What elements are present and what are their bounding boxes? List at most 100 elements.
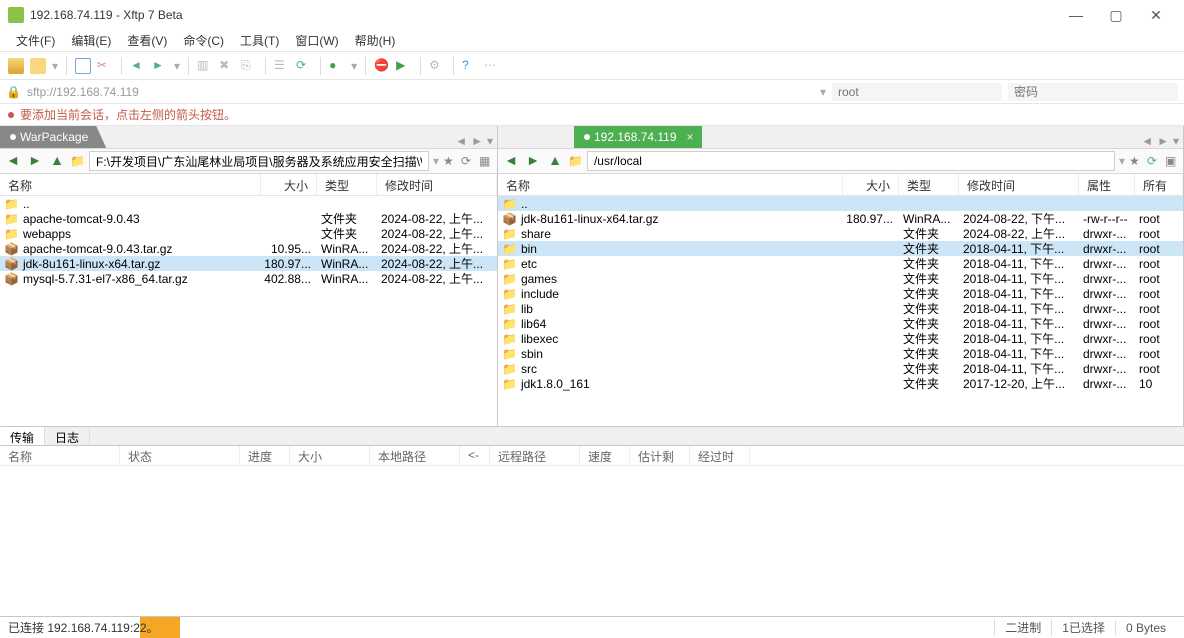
forward-icon[interactable]: ►	[26, 152, 44, 170]
tab-next-icon[interactable]: ►	[1157, 134, 1169, 148]
explorer-icon[interactable]: ▦	[479, 154, 493, 168]
col-size[interactable]: 大小	[843, 174, 899, 195]
tab-prev-icon[interactable]: ◄	[455, 134, 467, 148]
file-row[interactable]: 📁webapps文件夹2024-08-22, 上午...	[0, 226, 497, 241]
file-row[interactable]: 📁lib文件夹2018-04-11, 下午...drwxr-...root	[498, 301, 1183, 316]
file-row[interactable]: 📁apache-tomcat-9.0.43文件夹2024-08-22, 上午..…	[0, 211, 497, 226]
maximize-button[interactable]: ▢	[1096, 1, 1136, 29]
close-button[interactable]: ✕	[1136, 1, 1176, 29]
back-icon[interactable]: ◄	[4, 152, 22, 170]
col-type[interactable]: 类型	[317, 174, 377, 195]
password-input[interactable]	[1008, 83, 1178, 101]
reconnect-icon[interactable]	[75, 58, 91, 74]
settings-icon[interactable]: ⚙	[429, 58, 445, 74]
col-name[interactable]: 名称	[498, 174, 843, 195]
menu-tool[interactable]: 工具(T)	[232, 30, 287, 51]
file-row[interactable]: 📁sbin文件夹2018-04-11, 下午...drwxr-...root	[498, 346, 1183, 361]
refresh-icon[interactable]: ⟳	[296, 58, 312, 74]
file-row[interactable]: 📦jdk-8u161-linux-x64.tar.gz180.97...WinR…	[498, 211, 1183, 226]
refresh-icon[interactable]: ⟳	[1147, 154, 1161, 168]
terminal-icon[interactable]: ▣	[1165, 154, 1179, 168]
xfer-remotepath[interactable]: 远程路径	[490, 446, 580, 465]
path-dropdown-icon[interactable]: ▾	[1119, 154, 1125, 168]
col-name[interactable]: 名称	[0, 174, 261, 195]
xfer-progress[interactable]: 进度	[240, 446, 290, 465]
file-row[interactable]: 📁libexec文件夹2018-04-11, 下午...drwxr-...roo…	[498, 331, 1183, 346]
forward-icon[interactable]: ►	[524, 152, 542, 170]
file-row[interactable]: 📁lib64文件夹2018-04-11, 下午...drwxr-...root	[498, 316, 1183, 331]
tab-next-icon[interactable]: ►	[471, 134, 483, 148]
xfer-eta[interactable]: 估计剩余...	[630, 446, 690, 465]
up-icon[interactable]: ▲	[48, 152, 66, 170]
tab-menu-icon[interactable]: ▾	[1173, 134, 1179, 148]
local-path-input[interactable]	[89, 151, 429, 171]
col-perm[interactable]: 属性	[1079, 174, 1135, 195]
xfer-size[interactable]: 大小	[290, 446, 370, 465]
stop-icon[interactable]: ⛔	[374, 58, 390, 74]
remote-path-input[interactable]	[587, 151, 1115, 171]
transfer-left-icon[interactable]: ◄	[130, 58, 146, 74]
menu-view[interactable]: 查看(V)	[119, 30, 175, 51]
file-row[interactable]: 📁bin文件夹2018-04-11, 下午...drwxr-...root	[498, 241, 1183, 256]
file-row[interactable]: 📁etc文件夹2018-04-11, 下午...drwxr-...root	[498, 256, 1183, 271]
new-session-icon[interactable]	[8, 58, 24, 74]
view-icon[interactable]: ☰	[274, 58, 290, 74]
username-input[interactable]	[832, 83, 1002, 101]
col-date[interactable]: 修改时间	[959, 174, 1079, 195]
minimize-button[interactable]: —	[1056, 1, 1096, 29]
history-icon[interactable]: ⟳	[461, 154, 475, 168]
local-tab[interactable]: WarPackage	[0, 126, 106, 148]
xfer-localpath[interactable]: 本地路径	[370, 446, 460, 465]
open-icon[interactable]	[30, 58, 46, 74]
file-row[interactable]: 📁jdk1.8.0_161文件夹2017-12-20, 上午...drwxr-.…	[498, 376, 1183, 391]
help-icon[interactable]: ?	[462, 58, 478, 74]
col-size[interactable]: 大小	[261, 174, 317, 195]
file-row[interactable]: 📁games文件夹2018-04-11, 下午...drwxr-...root	[498, 271, 1183, 286]
file-row[interactable]: 📁..	[498, 196, 1183, 211]
file-row[interactable]: 📦jdk-8u161-linux-x64.tar.gz180.97...WinR…	[0, 256, 497, 271]
up-icon[interactable]: ▲	[546, 152, 564, 170]
bookmark-icon[interactable]: ★	[443, 154, 457, 168]
col-type[interactable]: 类型	[899, 174, 959, 195]
copy-icon[interactable]: ⎘	[241, 58, 257, 74]
menu-window[interactable]: 窗口(W)	[287, 30, 346, 51]
file-row[interactable]: 📁src文件夹2018-04-11, 下午...drwxr-...root	[498, 361, 1183, 376]
dropdown-icon[interactable]: ▾	[820, 85, 826, 99]
col-date[interactable]: 修改时间	[377, 174, 497, 195]
more-icon[interactable]: ⋯	[484, 58, 500, 74]
path-dropdown-icon[interactable]: ▾	[433, 154, 439, 168]
dropdown-icon[interactable]: ▾	[351, 59, 357, 73]
menu-help[interactable]: 帮助(H)	[347, 30, 404, 51]
file-row[interactable]: 📦apache-tomcat-9.0.43.tar.gz10.95...WinR…	[0, 241, 497, 256]
menu-edit[interactable]: 编辑(E)	[63, 30, 119, 51]
menu-file[interactable]: 文件(F)	[8, 30, 63, 51]
play-icon[interactable]: ▶	[396, 58, 412, 74]
xfer-status[interactable]: 状态	[120, 446, 240, 465]
disconnect-icon[interactable]: ✂	[97, 58, 113, 74]
xfer-speed[interactable]: 速度	[580, 446, 630, 465]
tab-menu-icon[interactable]: ▾	[487, 134, 493, 148]
xfer-name[interactable]: 名称	[0, 446, 120, 465]
delete-icon[interactable]: ✖	[219, 58, 235, 74]
address-input[interactable]	[27, 85, 814, 99]
sync-icon[interactable]: ●	[329, 58, 345, 74]
dropdown-icon[interactable]: ▾	[52, 59, 58, 73]
tab-transfer[interactable]: 传输	[0, 427, 45, 445]
menu-cmd[interactable]: 命令(C)	[175, 30, 232, 51]
xfer-arrow[interactable]: <->	[460, 446, 490, 465]
tab-log[interactable]: 日志	[45, 427, 90, 445]
file-row[interactable]: 📁include文件夹2018-04-11, 下午...drwxr-...roo…	[498, 286, 1183, 301]
dropdown-icon[interactable]: ▾	[174, 59, 180, 73]
file-row[interactable]: 📁share文件夹2024-08-22, 上午...drwxr-...root	[498, 226, 1183, 241]
transfer-right-icon[interactable]: ►	[152, 58, 168, 74]
tab-close-icon[interactable]: ×	[687, 130, 694, 144]
remote-file-list[interactable]: 📁..📦jdk-8u161-linux-x64.tar.gz180.97...W…	[498, 196, 1183, 426]
file-row[interactable]: 📦mysql-5.7.31-el7-x86_64.tar.gz402.88...…	[0, 271, 497, 286]
bookmark-icon[interactable]: ★	[1129, 154, 1143, 168]
file-row[interactable]: 📁..	[0, 196, 497, 211]
tab-prev-icon[interactable]: ◄	[1141, 134, 1153, 148]
new-folder-icon[interactable]: ▥	[197, 58, 213, 74]
col-owner[interactable]: 所有者	[1135, 174, 1183, 195]
back-icon[interactable]: ◄	[502, 152, 520, 170]
local-file-list[interactable]: 📁..📁apache-tomcat-9.0.43文件夹2024-08-22, 上…	[0, 196, 497, 426]
